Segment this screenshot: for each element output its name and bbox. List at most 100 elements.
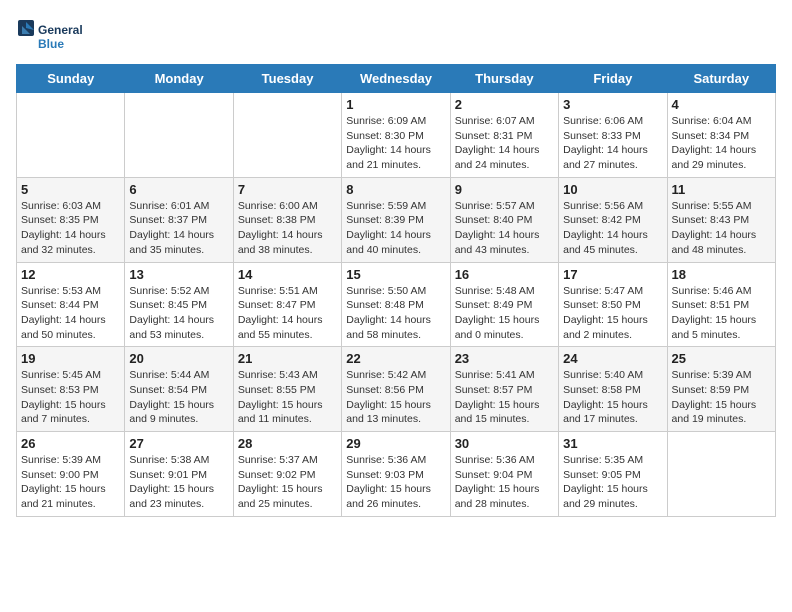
- day-number: 7: [238, 182, 337, 197]
- day-info: Sunrise: 6:03 AM Sunset: 8:35 PM Dayligh…: [21, 199, 120, 258]
- day-number: 18: [672, 267, 771, 282]
- week-row-1: 5 Sunrise: 6:03 AM Sunset: 8:35 PM Daylig…: [17, 177, 776, 262]
- day-number: 19: [21, 351, 120, 366]
- day-cell: 2 Sunrise: 6:07 AM Sunset: 8:31 PM Daylig…: [450, 93, 558, 178]
- day-cell: 8 Sunrise: 5:59 AM Sunset: 8:39 PM Daylig…: [342, 177, 450, 262]
- day-cell: [233, 93, 341, 178]
- day-cell: 14 Sunrise: 5:51 AM Sunset: 8:47 PM Dayli…: [233, 262, 341, 347]
- day-number: 23: [455, 351, 554, 366]
- day-cell: 25 Sunrise: 5:39 AM Sunset: 8:59 PM Dayli…: [667, 347, 775, 432]
- header-cell-sunday: Sunday: [17, 65, 125, 93]
- day-info: Sunrise: 5:55 AM Sunset: 8:43 PM Dayligh…: [672, 199, 771, 258]
- day-cell: [667, 432, 775, 517]
- day-info: Sunrise: 5:43 AM Sunset: 8:55 PM Dayligh…: [238, 368, 337, 427]
- week-row-3: 19 Sunrise: 5:45 AM Sunset: 8:53 PM Dayli…: [17, 347, 776, 432]
- day-info: Sunrise: 6:06 AM Sunset: 8:33 PM Dayligh…: [563, 114, 662, 173]
- day-cell: 10Sunrise: 5:56 AM Sunset: 8:42 PM Dayli…: [559, 177, 667, 262]
- day-info: Sunrise: 5:47 AM Sunset: 8:50 PM Dayligh…: [563, 284, 662, 343]
- day-cell: 30 Sunrise: 5:36 AM Sunset: 9:04 PM Dayli…: [450, 432, 558, 517]
- day-cell: 17 Sunrise: 5:47 AM Sunset: 8:50 PM Dayli…: [559, 262, 667, 347]
- logo-svg: General Blue: [16, 16, 86, 56]
- day-cell: 20 Sunrise: 5:44 AM Sunset: 8:54 PM Dayli…: [125, 347, 233, 432]
- day-number: 2: [455, 97, 554, 112]
- day-number: 16: [455, 267, 554, 282]
- day-number: 30: [455, 436, 554, 451]
- day-cell: 19 Sunrise: 5:45 AM Sunset: 8:53 PM Dayli…: [17, 347, 125, 432]
- day-cell: 7 Sunrise: 6:00 AM Sunset: 8:38 PM Daylig…: [233, 177, 341, 262]
- day-number: 5: [21, 182, 120, 197]
- day-number: 10: [563, 182, 662, 197]
- day-number: 3: [563, 97, 662, 112]
- day-number: 6: [129, 182, 228, 197]
- day-cell: 29Sunrise: 5:36 AM Sunset: 9:03 PM Dayli…: [342, 432, 450, 517]
- day-info: Sunrise: 5:36 AM Sunset: 9:04 PM Dayligh…: [455, 453, 554, 512]
- day-cell: 5 Sunrise: 6:03 AM Sunset: 8:35 PM Daylig…: [17, 177, 125, 262]
- calendar-body: 1 Sunrise: 6:09 AM Sunset: 8:30 PM Daylig…: [17, 93, 776, 517]
- day-number: 4: [672, 97, 771, 112]
- day-info: Sunrise: 5:35 AM Sunset: 9:05 PM Dayligh…: [563, 453, 662, 512]
- week-row-0: 1 Sunrise: 6:09 AM Sunset: 8:30 PM Daylig…: [17, 93, 776, 178]
- day-info: Sunrise: 5:59 AM Sunset: 8:39 PM Dayligh…: [346, 199, 445, 258]
- day-cell: 16 Sunrise: 5:48 AM Sunset: 8:49 PM Dayli…: [450, 262, 558, 347]
- day-info: Sunrise: 6:01 AM Sunset: 8:37 PM Dayligh…: [129, 199, 228, 258]
- day-cell: 1 Sunrise: 6:09 AM Sunset: 8:30 PM Daylig…: [342, 93, 450, 178]
- day-cell: 28Sunrise: 5:37 AM Sunset: 9:02 PM Dayli…: [233, 432, 341, 517]
- day-info: Sunrise: 5:44 AM Sunset: 8:54 PM Dayligh…: [129, 368, 228, 427]
- day-cell: 26 Sunrise: 5:39 AM Sunset: 9:00 PM Dayli…: [17, 432, 125, 517]
- day-number: 13: [129, 267, 228, 282]
- logo: General Blue: [16, 16, 86, 56]
- day-info: Sunrise: 6:00 AM Sunset: 8:38 PM Dayligh…: [238, 199, 337, 258]
- header-row: SundayMondayTuesdayWednesdayThursdayFrid…: [17, 65, 776, 93]
- day-cell: 22Sunrise: 5:42 AM Sunset: 8:56 PM Dayli…: [342, 347, 450, 432]
- day-cell: 21 Sunrise: 5:43 AM Sunset: 8:55 PM Dayli…: [233, 347, 341, 432]
- day-number: 1: [346, 97, 445, 112]
- calendar-table: SundayMondayTuesdayWednesdayThursdayFrid…: [16, 64, 776, 517]
- day-info: Sunrise: 6:04 AM Sunset: 8:34 PM Dayligh…: [672, 114, 771, 173]
- day-info: Sunrise: 6:09 AM Sunset: 8:30 PM Dayligh…: [346, 114, 445, 173]
- header: General Blue: [16, 16, 776, 56]
- day-number: 31: [563, 436, 662, 451]
- day-info: Sunrise: 5:53 AM Sunset: 8:44 PM Dayligh…: [21, 284, 120, 343]
- day-number: 15: [346, 267, 445, 282]
- header-cell-friday: Friday: [559, 65, 667, 93]
- day-info: Sunrise: 5:41 AM Sunset: 8:57 PM Dayligh…: [455, 368, 554, 427]
- day-number: 21: [238, 351, 337, 366]
- day-info: Sunrise: 5:37 AM Sunset: 9:02 PM Dayligh…: [238, 453, 337, 512]
- day-info: Sunrise: 6:07 AM Sunset: 8:31 PM Dayligh…: [455, 114, 554, 173]
- week-row-4: 26 Sunrise: 5:39 AM Sunset: 9:00 PM Dayli…: [17, 432, 776, 517]
- day-number: 25: [672, 351, 771, 366]
- day-number: 9: [455, 182, 554, 197]
- day-info: Sunrise: 5:38 AM Sunset: 9:01 PM Dayligh…: [129, 453, 228, 512]
- day-number: 14: [238, 267, 337, 282]
- calendar-header: SundayMondayTuesdayWednesdayThursdayFrid…: [17, 65, 776, 93]
- day-info: Sunrise: 5:42 AM Sunset: 8:56 PM Dayligh…: [346, 368, 445, 427]
- day-cell: 27Sunrise: 5:38 AM Sunset: 9:01 PM Dayli…: [125, 432, 233, 517]
- day-cell: 23 Sunrise: 5:41 AM Sunset: 8:57 PM Dayli…: [450, 347, 558, 432]
- day-info: Sunrise: 5:51 AM Sunset: 8:47 PM Dayligh…: [238, 284, 337, 343]
- day-cell: 12 Sunrise: 5:53 AM Sunset: 8:44 PM Dayli…: [17, 262, 125, 347]
- day-info: Sunrise: 5:46 AM Sunset: 8:51 PM Dayligh…: [672, 284, 771, 343]
- day-number: 26: [21, 436, 120, 451]
- day-number: 12: [21, 267, 120, 282]
- day-number: 11: [672, 182, 771, 197]
- day-info: Sunrise: 5:57 AM Sunset: 8:40 PM Dayligh…: [455, 199, 554, 258]
- day-info: Sunrise: 5:48 AM Sunset: 8:49 PM Dayligh…: [455, 284, 554, 343]
- day-cell: 9 Sunrise: 5:57 AM Sunset: 8:40 PM Daylig…: [450, 177, 558, 262]
- day-cell: 4 Sunrise: 6:04 AM Sunset: 8:34 PM Daylig…: [667, 93, 775, 178]
- header-cell-saturday: Saturday: [667, 65, 775, 93]
- day-cell: 24Sunrise: 5:40 AM Sunset: 8:58 PM Dayli…: [559, 347, 667, 432]
- day-number: 20: [129, 351, 228, 366]
- day-cell: [17, 93, 125, 178]
- day-number: 8: [346, 182, 445, 197]
- week-row-2: 12 Sunrise: 5:53 AM Sunset: 8:44 PM Dayli…: [17, 262, 776, 347]
- svg-text:Blue: Blue: [38, 37, 64, 51]
- day-info: Sunrise: 5:39 AM Sunset: 8:59 PM Dayligh…: [672, 368, 771, 427]
- day-cell: [125, 93, 233, 178]
- day-info: Sunrise: 5:40 AM Sunset: 8:58 PM Dayligh…: [563, 368, 662, 427]
- day-info: Sunrise: 5:36 AM Sunset: 9:03 PM Dayligh…: [346, 453, 445, 512]
- day-info: Sunrise: 5:45 AM Sunset: 8:53 PM Dayligh…: [21, 368, 120, 427]
- header-cell-tuesday: Tuesday: [233, 65, 341, 93]
- day-info: Sunrise: 5:39 AM Sunset: 9:00 PM Dayligh…: [21, 453, 120, 512]
- day-cell: 13Sunrise: 5:52 AM Sunset: 8:45 PM Dayli…: [125, 262, 233, 347]
- day-number: 17: [563, 267, 662, 282]
